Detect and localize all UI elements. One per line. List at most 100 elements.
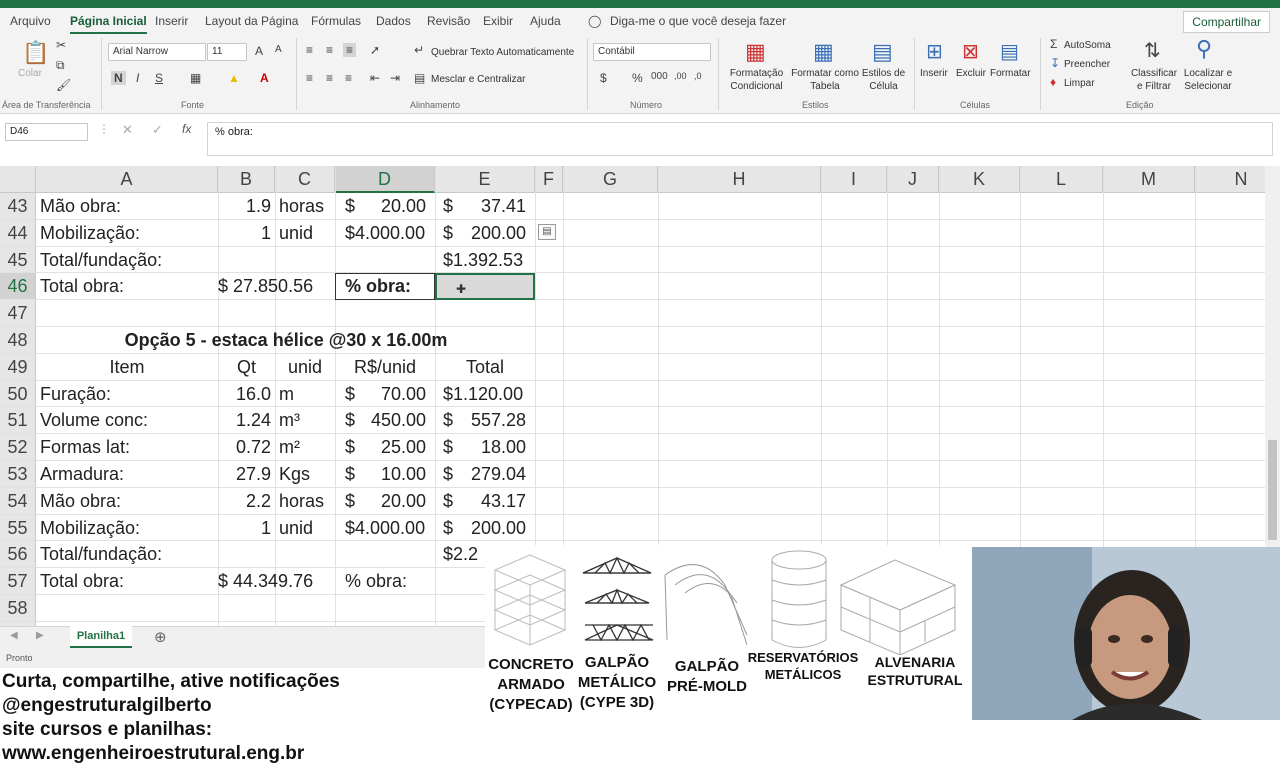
scrollbar-thumb[interactable] xyxy=(1268,440,1277,540)
enter-icon[interactable]: ✓ xyxy=(152,122,163,138)
shrink-font-icon[interactable]: A xyxy=(275,44,282,55)
row-header[interactable]: 43 xyxy=(0,193,36,219)
table-cell[interactable]: Kgs xyxy=(279,461,335,487)
tab-ajuda[interactable]: Ajuda xyxy=(530,14,561,28)
table-cell[interactable]: 450.00 xyxy=(335,407,426,433)
align-center-icon[interactable]: ≡ xyxy=(326,71,333,85)
table-cell[interactable]: 557.28 xyxy=(435,407,526,433)
row-header[interactable]: 47 xyxy=(0,300,36,326)
column-header[interactable]: F xyxy=(535,166,563,193)
table-cell[interactable]: 70.00 xyxy=(335,381,426,407)
table-cell[interactable] xyxy=(335,568,426,594)
tab-exibir[interactable]: Exibir xyxy=(483,14,513,28)
column-header[interactable]: B xyxy=(218,166,275,193)
column-header[interactable]: K xyxy=(939,166,1020,193)
row-header[interactable]: 48 xyxy=(0,327,36,353)
decrease-indent-icon[interactable]: ⇤ xyxy=(370,71,380,85)
row-header[interactable]: 53 xyxy=(0,461,36,487)
table-cell[interactable] xyxy=(435,381,526,407)
formula-input[interactable]: % obra: xyxy=(207,122,1273,156)
merge-center-button[interactable]: Mesclar e Centralizar xyxy=(431,73,525,86)
tell-me-search[interactable]: Diga-me o que você deseja fazer xyxy=(610,14,786,28)
column-header[interactable]: C xyxy=(275,166,335,193)
align-right-icon[interactable]: ≡ xyxy=(345,71,352,85)
table-cell[interactable]: $ 27.850.56 xyxy=(218,273,313,299)
tab-arquivo[interactable]: Arquivo xyxy=(10,14,51,28)
table-cell[interactable] xyxy=(435,247,526,273)
merge-icon[interactable]: ▤ xyxy=(414,71,425,85)
find-select-button[interactable]: Localizar e Selecionar xyxy=(1178,67,1238,93)
table-cell[interactable]: 20.00 xyxy=(335,193,426,219)
table-cell[interactable]: Total/fundação: xyxy=(40,541,218,567)
insert-cells-icon[interactable]: ⊞ xyxy=(926,39,943,64)
table-cell[interactable]: Total obra: xyxy=(40,273,218,299)
name-box[interactable]: D46 xyxy=(5,123,88,141)
table-cell[interactable]: horas xyxy=(279,193,335,219)
table-cell[interactable] xyxy=(335,515,426,541)
next-sheet-icon[interactable]: ▶ xyxy=(36,630,44,641)
row-header[interactable]: 57 xyxy=(0,568,36,594)
autosum-button[interactable]: AutoSoma xyxy=(1064,39,1111,52)
table-cell[interactable]: 0.72 xyxy=(218,434,271,460)
column-header[interactable]: L xyxy=(1020,166,1103,193)
cell-styles-icon[interactable]: ▤ xyxy=(872,39,893,65)
sort-filter-button[interactable]: Classificar e Filtrar xyxy=(1128,67,1180,93)
selected-cell[interactable] xyxy=(435,273,535,300)
table-cell[interactable]: 37.41 xyxy=(435,193,526,219)
table-cell[interactable]: 27.9 xyxy=(218,461,271,487)
table-cell[interactable]: 1.24 xyxy=(218,407,271,433)
copy-icon[interactable]: ⧉ xyxy=(56,58,65,73)
borders-icon[interactable]: ▦ xyxy=(190,71,201,85)
table-cell[interactable] xyxy=(335,541,426,567)
table-cell[interactable]: 279.04 xyxy=(435,461,526,487)
row-header[interactable]: 54 xyxy=(0,487,36,514)
select-all-corner[interactable] xyxy=(0,166,36,193)
align-top-icon[interactable]: ≡ xyxy=(306,43,313,57)
comma-style-icon[interactable]: 000 xyxy=(651,71,668,82)
font-color-icon[interactable]: A xyxy=(260,71,269,85)
percent-icon[interactable]: % xyxy=(632,71,643,85)
table-cell[interactable] xyxy=(40,595,218,621)
table-cell[interactable]: horas xyxy=(279,488,335,514)
delete-cells-icon[interactable]: ⊠ xyxy=(962,39,979,64)
sort-filter-icon[interactable]: ⇅ xyxy=(1144,38,1161,63)
table-cell[interactable]: m² xyxy=(279,434,335,460)
table-cell[interactable]: m³ xyxy=(279,407,335,433)
table-cell[interactable]: Mobilização: xyxy=(40,515,218,541)
paste-icon[interactable]: 📋 xyxy=(22,40,49,66)
table-cell[interactable]: 1 xyxy=(218,515,271,541)
autosum-icon[interactable]: Σ xyxy=(1050,37,1057,51)
format-painter-icon[interactable]: 🖌 xyxy=(56,78,71,92)
table-cell[interactable] xyxy=(279,568,335,594)
table-cell[interactable]: 200.00 xyxy=(435,515,526,541)
table-cell[interactable] xyxy=(335,354,426,380)
table-cell[interactable]: 10.00 xyxy=(335,461,426,487)
row-header[interactable]: 46 xyxy=(0,273,36,300)
column-header[interactable]: J xyxy=(887,166,939,193)
table-cell[interactable]: Total obra: xyxy=(40,568,218,594)
table-cell[interactable]: 1 xyxy=(218,220,271,246)
table-cell[interactable]: unid xyxy=(279,220,335,246)
table-cell[interactable] xyxy=(279,273,335,299)
table-cell[interactable] xyxy=(279,595,335,621)
eraser-icon[interactable]: ♦ xyxy=(1050,75,1056,89)
cut-icon[interactable]: ✂ xyxy=(56,38,66,52)
orientation-icon[interactable]: ➚ xyxy=(370,43,380,57)
table-cell[interactable]: 200.00 xyxy=(435,220,526,246)
fill-color-icon[interactable]: ▲ xyxy=(228,71,240,85)
column-header[interactable]: E xyxy=(435,166,535,193)
column-header[interactable]: H xyxy=(658,166,821,193)
row-header[interactable]: 56 xyxy=(0,541,36,568)
delete-cells-button[interactable]: Excluir xyxy=(956,67,986,80)
paste-button[interactable]: Colar xyxy=(18,67,42,80)
tab-pagina-inicial[interactable]: Página Inicial xyxy=(70,14,147,34)
table-cell[interactable] xyxy=(279,541,335,567)
row-header[interactable]: 49 xyxy=(0,353,36,380)
tab-inserir[interactable]: Inserir xyxy=(155,14,188,28)
table-cell[interactable]: Formas lat: xyxy=(40,434,218,460)
table-cell[interactable]: 2.2 xyxy=(218,488,271,514)
table-cell[interactable] xyxy=(335,300,426,326)
column-header[interactable]: A xyxy=(36,166,218,193)
sheet-tab-planilha1[interactable]: Planilha1 xyxy=(70,626,132,648)
table-cell[interactable]: Mão obra: xyxy=(40,488,218,514)
